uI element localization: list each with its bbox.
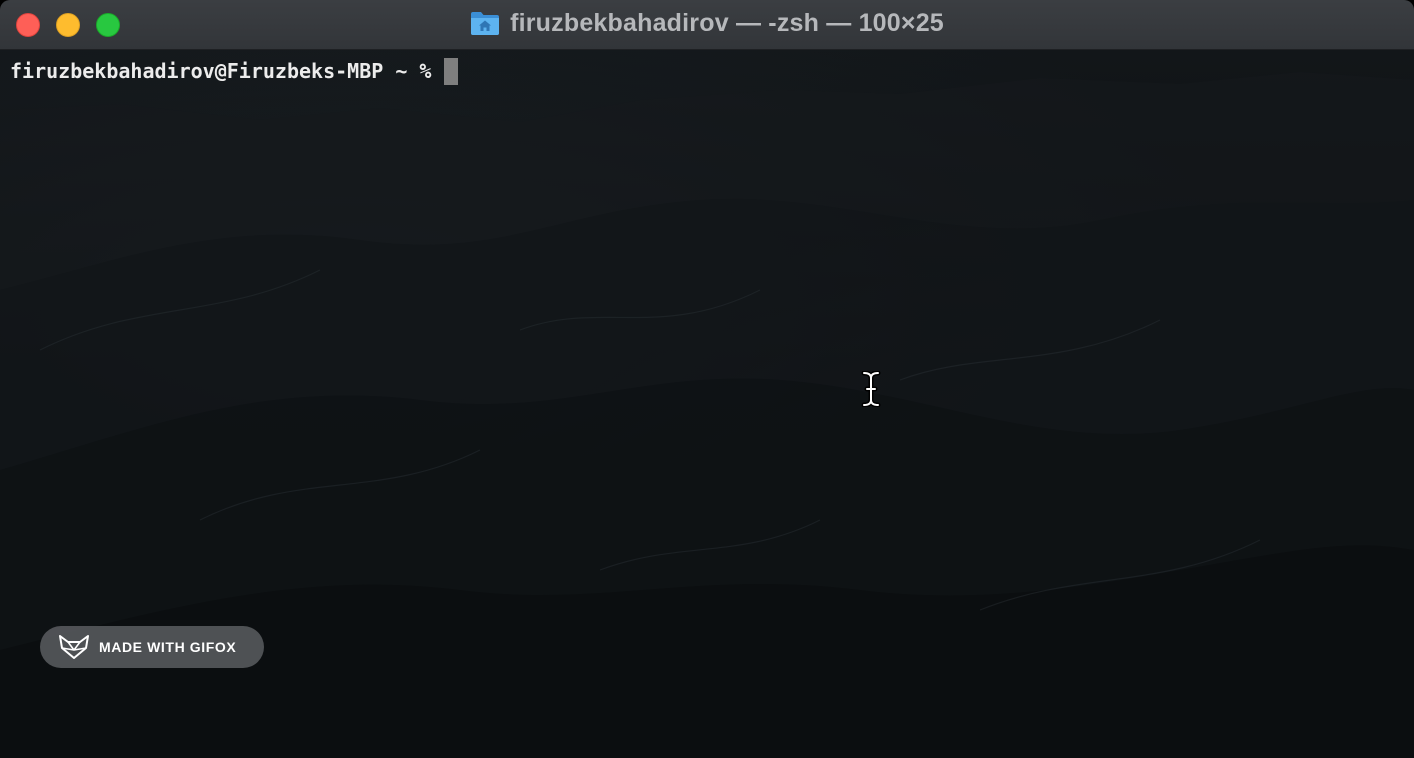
fox-logo-icon <box>59 635 89 659</box>
home-folder-icon <box>471 12 500 35</box>
watermark-label: MADE WITH GIFOX <box>99 639 237 655</box>
prompt-line: firuzbekbahadirov@Firuzbeks-MBP ~ % <box>10 57 459 85</box>
ibeam-cursor-icon <box>861 371 881 407</box>
title-bar[interactable]: firuzbekbahadirov — -zsh — 100×25 <box>0 0 1414 50</box>
gifox-watermark: MADE WITH GIFOX <box>40 626 264 668</box>
window-title-text: firuzbekbahadirov — -zsh — 100×25 <box>510 8 944 37</box>
window-title: firuzbekbahadirov — -zsh — 100×25 <box>0 0 1414 46</box>
terminal-window: firuzbekbahadirov — -zsh — 100×25 firuzb… <box>0 0 1414 758</box>
shell-prompt: firuzbekbahadirov@Firuzbeks-MBP ~ % <box>10 59 432 83</box>
text-cursor <box>444 57 459 85</box>
